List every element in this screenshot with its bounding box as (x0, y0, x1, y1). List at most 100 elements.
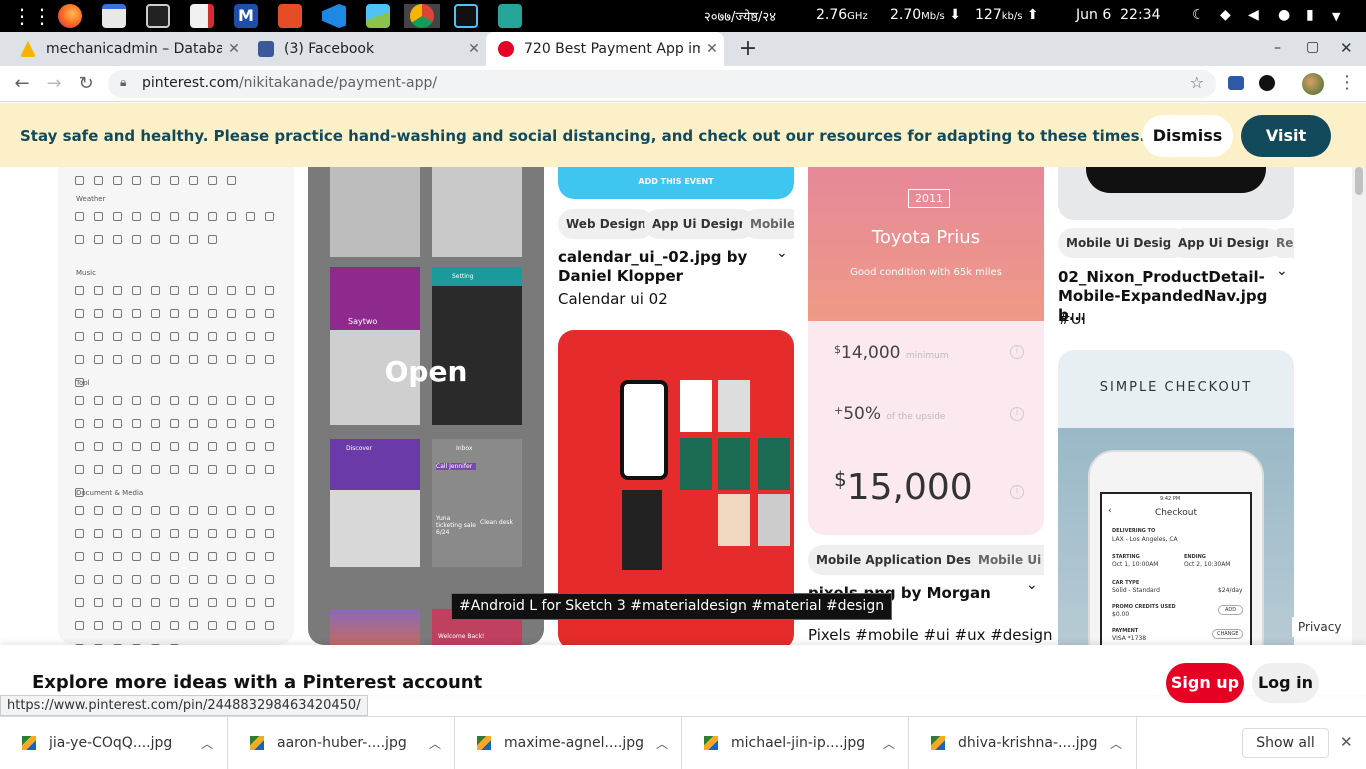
scrollbar-thumb[interactable] (1355, 167, 1363, 195)
pin-expand-chevron-icon[interactable]: ⌄ (1026, 577, 1038, 593)
chevron-up-icon[interactable]: ︿ (1110, 735, 1122, 752)
minimize-button[interactable]: – (1274, 40, 1281, 56)
tag-pill[interactable]: Re (1268, 228, 1294, 258)
wifi-icon[interactable]: ◆ (1220, 7, 1231, 23)
pin-title[interactable]: 02_Nixon_ProductDetail-Mobile-ExpandedNa… (1058, 268, 1268, 325)
forward-arrow-icon[interactable]: → (42, 72, 66, 96)
download-item[interactable]: michael-jin-ip....jpg ︿ (682, 717, 909, 769)
pin-calendar-bottom[interactable]: ADD THIS EVENT (558, 167, 794, 199)
net-down-unit: Mb/s (921, 11, 945, 22)
pin-expand-chevron-icon[interactable]: ⌄ (1276, 263, 1288, 279)
battery-icon[interactable]: ▮ (1306, 7, 1314, 23)
pin-subtitle: Pixels #mobile #ui #ux #design (808, 626, 1053, 644)
image-viewer-icon[interactable] (366, 4, 390, 28)
net-up-value: 127 (975, 7, 1002, 23)
download-filename: maxime-agnel....jpg (504, 735, 644, 751)
download-item[interactable]: aaron-huber-....jpg ︿ (228, 717, 455, 769)
tag-pill[interactable]: Mobile / (742, 209, 794, 239)
chevron-down-icon[interactable]: ▼ (1332, 10, 1340, 23)
tab-pinterest[interactable]: 720 Best Payment App im ✕ (486, 32, 724, 66)
privacy-link[interactable]: Privacy (1292, 617, 1348, 637)
firefox-icon[interactable] (58, 4, 82, 28)
files-icon[interactable] (102, 4, 126, 28)
back-arrow-icon[interactable]: ← (10, 72, 34, 96)
tag-pill[interactable]: Web Design (558, 209, 655, 239)
mixer-icon[interactable] (454, 4, 478, 28)
stremio-icon[interactable] (498, 4, 522, 28)
info-icon[interactable]: i (1010, 407, 1024, 421)
chevron-up-icon[interactable]: ︿ (201, 735, 213, 752)
pin-title[interactable]: calendar_ui_-02.jpg by Daniel Klopper (558, 248, 768, 286)
git-icon[interactable] (278, 4, 302, 28)
amount-row: $14,000 minimum (834, 343, 949, 363)
open-overlay-label[interactable]: Open (308, 355, 544, 388)
pin-android-screens[interactable]: Saytwo Setting Discover Inbox Call Jenni… (308, 167, 544, 645)
extension-icon[interactable] (1228, 76, 1244, 90)
log-in-button[interactable]: Log in (1252, 663, 1319, 703)
mailspring-icon[interactable]: M (234, 4, 258, 28)
tab-facebook[interactable]: (3) Facebook ✕ (238, 32, 486, 66)
terminal-icon[interactable] (146, 4, 170, 28)
close-shelf-icon[interactable]: ✕ (1340, 733, 1353, 751)
tag-pill[interactable]: Mobile Ui Design (1058, 228, 1188, 258)
banner-text: Stay safe and healthy. Please practice h… (20, 127, 1146, 145)
sign-up-button[interactable]: Sign up (1166, 663, 1244, 703)
bookmark-star-icon[interactable]: ☆ (1190, 73, 1204, 92)
amount-value: 14,000 (841, 343, 901, 363)
download-item[interactable]: maxime-agnel....jpg ︿ (455, 717, 682, 769)
device-shape (1086, 167, 1266, 193)
avatar[interactable] (1302, 73, 1324, 95)
editor-icon[interactable] (190, 4, 214, 28)
download-item[interactable]: dhiva-krishna-....jpg ︿ (909, 717, 1137, 769)
tab-title: 720 Best Payment App im (524, 41, 700, 57)
close-icon[interactable]: ✕ (700, 41, 724, 57)
download-filename: aaron-huber-....jpg (277, 735, 407, 751)
microphone-icon[interactable]: ● (1278, 7, 1290, 23)
maximize-button[interactable]: ▢ (1306, 39, 1319, 55)
car-header: 2011 Toyota Prius Good condition with 65… (808, 167, 1044, 321)
dismiss-button[interactable]: Dismiss (1142, 115, 1233, 157)
tab-mechanicadmin[interactable]: mechanicadmin – Databa ✕ (0, 32, 246, 66)
volume-icon[interactable]: ◀ (1248, 7, 1259, 23)
screen-text: Inbox (456, 445, 473, 452)
night-mode-icon[interactable]: ☾ (1192, 7, 1205, 23)
image-file-icon (704, 736, 718, 750)
pin-nixon-device[interactable] (1058, 167, 1294, 220)
pin-simple-checkout[interactable]: SIMPLE CHECKOUT 9:42 PM ‹ Checkout DELIV… (1058, 350, 1294, 645)
tag-pill[interactable]: App Ui Design (644, 209, 756, 239)
info-icon[interactable]: i (1010, 345, 1024, 359)
new-tab-button[interactable]: + (736, 36, 760, 62)
card-mockup (718, 494, 750, 546)
starting-label: STARTING (1112, 554, 1140, 560)
pin-car-loan[interactable]: 2011 Toyota Prius Good condition with 65… (808, 167, 1044, 535)
close-window-button[interactable]: ✕ (1340, 39, 1353, 57)
chevron-up-icon[interactable]: ︿ (656, 735, 668, 752)
page-scrollbar[interactable] (1352, 167, 1366, 645)
apps-grid-icon[interactable]: ⋮⋮ (12, 4, 52, 28)
cpu-readout: 2.76GHz (816, 7, 868, 23)
promo-add-button: ADD (1218, 605, 1244, 615)
address-bar[interactable]: 🔒︎ pinterest.com/nikitakanade/payment-ap… (108, 70, 1216, 98)
info-icon[interactable]: i (1010, 485, 1024, 499)
card-mockup (718, 380, 750, 432)
chevron-up-icon[interactable]: ︿ (883, 735, 895, 752)
amount-label: of the upside (886, 412, 946, 422)
download-item[interactable]: jia-ye-COqQ....jpg ︿ (0, 717, 228, 769)
pin-icon-sheet[interactable]: Weather Music Tool Document & Media (58, 167, 294, 645)
reload-icon[interactable]: ↻ (74, 72, 98, 96)
close-icon[interactable]: ✕ (462, 41, 486, 57)
browser-menu-icon[interactable]: ⋮ (1338, 72, 1356, 93)
ending-label: ENDING (1184, 554, 1206, 560)
show-all-button[interactable]: Show all (1242, 728, 1329, 758)
tag-pill[interactable]: Mobile Ui De (970, 545, 1044, 575)
checkout-heading: SIMPLE CHECKOUT (1099, 380, 1253, 395)
chevron-up-icon[interactable]: ︿ (429, 735, 441, 752)
pin-expand-chevron-icon[interactable]: ⌄ (776, 245, 788, 261)
url-text: pinterest.com/nikitakanade/payment-app/ (142, 75, 437, 91)
clock[interactable]: Jun 6 22:34 (1076, 7, 1160, 23)
tag-pill[interactable]: App Ui Design (1170, 228, 1282, 258)
extension-vpn-icon[interactable] (1259, 75, 1275, 91)
vscode-icon[interactable] (322, 4, 346, 28)
visit-button[interactable]: Visit (1241, 115, 1331, 157)
phpmyadmin-favicon-icon (20, 41, 36, 57)
